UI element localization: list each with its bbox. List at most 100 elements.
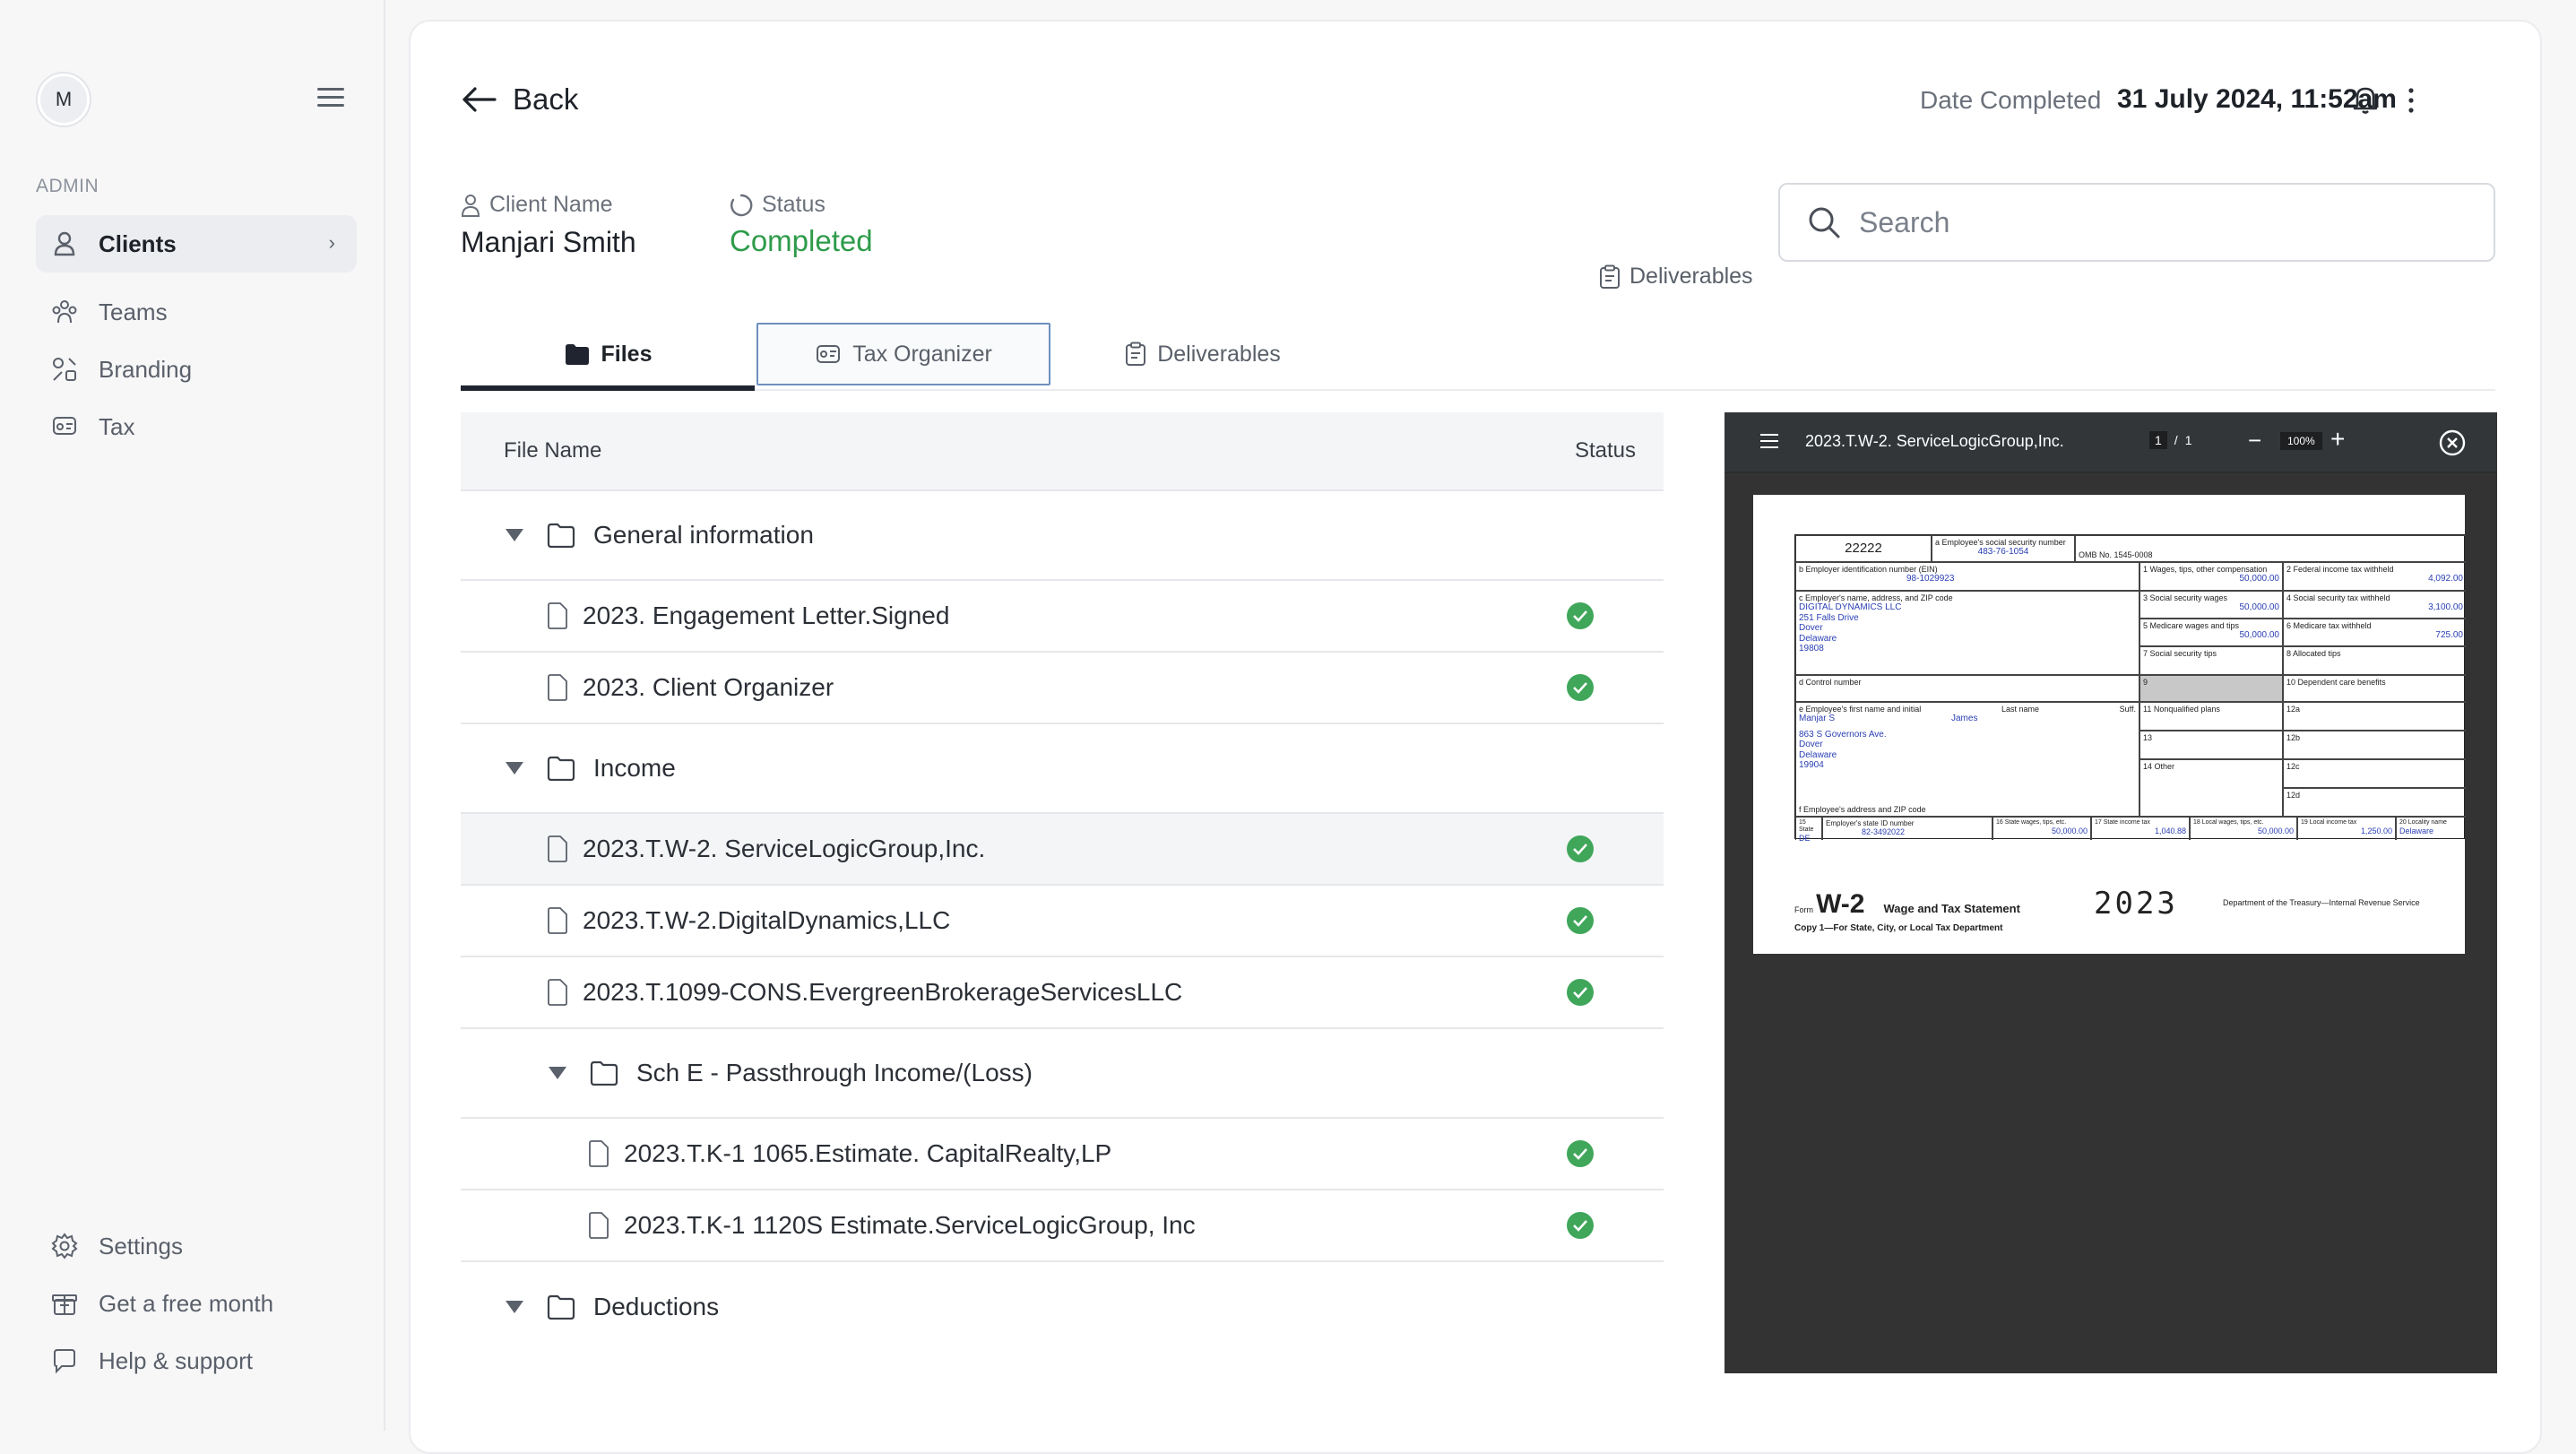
folder-name: Income <box>593 754 676 782</box>
file-icon <box>548 602 567 629</box>
close-icon[interactable] <box>2438 428 2467 462</box>
bell-icon[interactable] <box>2352 84 2379 119</box>
zoom-level[interactable]: 100% <box>2280 432 2322 450</box>
w2-form: 22222 a Employee's social security numbe… <box>1794 534 2466 843</box>
zoom-in-icon[interactable]: + <box>2330 425 2345 454</box>
caret-down-icon[interactable] <box>506 762 523 775</box>
file-name: 2023.T.K-1 1120S Estimate.ServiceLogicGr… <box>624 1211 1196 1239</box>
pdf-page: 22222 a Employee's social security numbe… <box>1753 495 2466 954</box>
chat-bubble-icon <box>50 1346 79 1375</box>
sidebar-item-help[interactable]: Help & support <box>36 1332 357 1389</box>
column-status[interactable]: Status <box>1547 438 1664 463</box>
chevron-right-icon: › <box>328 231 335 254</box>
w2-footer: Form W-2 Wage and Tax Statement <box>1794 889 2020 919</box>
check-circle-icon <box>1567 979 1594 1006</box>
back-label: Back <box>513 82 579 116</box>
sidebar-item-tax[interactable]: Tax <box>36 398 357 455</box>
tab-deliverables[interactable]: Deliverables <box>1056 323 1350 385</box>
menu-icon[interactable] <box>1760 434 1778 453</box>
w2-box9: 9 <box>2139 675 2283 702</box>
w2-ein-cell: b Employer identification number (EIN) 9… <box>1795 562 2139 591</box>
table-row[interactable]: 2023. Engagement Letter.Signed <box>461 581 1664 653</box>
avatar[interactable]: M <box>38 74 90 125</box>
w2-box5: 5 Medicare wages and tips 50,000.00 <box>2139 619 2283 646</box>
check-circle-icon <box>1567 1212 1594 1239</box>
back-button[interactable]: Back <box>461 82 578 117</box>
sidebar: M ADMIN Clients › Teams Branding Tax Set… <box>0 0 385 1431</box>
file-icon <box>548 907 567 934</box>
folder-icon <box>565 344 589 365</box>
page-input[interactable]: 1 <box>2149 431 2167 449</box>
gift-icon <box>50 1289 79 1318</box>
file-icon <box>589 1140 609 1167</box>
spinner-icon <box>730 194 753 216</box>
w2-box1: 1 Wages, tips, other compensation 50,000… <box>2139 562 2283 591</box>
w2-copy: Copy 1—For State, City, or Local Tax Dep… <box>1794 923 2003 933</box>
w2-box12b: 12b <box>2283 731 2466 759</box>
tab-files[interactable]: Files <box>461 323 755 391</box>
more-options-icon[interactable] <box>2406 86 2416 119</box>
folder-row[interactable]: Income <box>461 724 1664 814</box>
client-name-label: Client Name <box>461 192 613 218</box>
tax-icon <box>817 345 841 363</box>
check-circle-icon <box>1567 674 1594 701</box>
pdf-viewer: 2023.T.W-2. ServiceLogicGroup,Inc. 1 / 1… <box>1725 412 2497 1373</box>
folder-name: Sch E - Passthrough Income/(Loss) <box>636 1059 1033 1086</box>
folder-row[interactable]: Deductions <box>461 1262 1664 1352</box>
folder-icon <box>547 523 575 548</box>
tab-tax-organizer[interactable]: Tax Organizer <box>756 323 1050 385</box>
folder-icon <box>590 1060 618 1086</box>
sidebar-item-label: Tax <box>99 412 135 440</box>
w2-box20: 20 Locality name Delaware <box>2396 817 2466 840</box>
table-row[interactable]: 2023.T.W-2.DigitalDynamics,LLC <box>461 886 1664 957</box>
file-icon <box>548 979 567 1006</box>
file-name: 2023.T.W-2.DigitalDynamics,LLC <box>583 906 951 934</box>
user-icon <box>461 194 480 217</box>
w2-box16: 16 State wages, tips, etc. 50,000.00 <box>1993 817 2091 840</box>
column-file-name[interactable]: File Name <box>461 438 1547 463</box>
caret-down-icon[interactable] <box>549 1067 566 1079</box>
table-row[interactable]: 2023.T.K-1 1065.Estimate. CapitalRealty,… <box>461 1119 1664 1190</box>
w2-box18: 18 Local wages, tips, etc. 50,000.00 <box>2190 817 2297 840</box>
w2-box8: 8 Allocated tips <box>2283 646 2466 675</box>
sidebar-item-clients[interactable]: Clients › <box>36 215 357 273</box>
sidebar-item-teams[interactable]: Teams <box>36 283 357 341</box>
table-row[interactable]: 2023.T.1099-CONS.EvergreenBrokerageServi… <box>461 957 1664 1029</box>
w2-year: 2023 <box>2094 886 2178 922</box>
file-name: 2023.T.W-2. ServiceLogicGroup,Inc. <box>583 835 986 862</box>
sidebar-item-branding[interactable]: Branding <box>36 341 357 398</box>
folder-row[interactable]: Sch E - Passthrough Income/(Loss) <box>461 1029 1664 1119</box>
sidebar-item-free-month[interactable]: Get a free month <box>36 1275 357 1332</box>
w2-box3: 3 Social security wages 50,000.00 <box>2139 591 2283 619</box>
table-row[interactable]: 2023.T.K-1 1120S Estimate.ServiceLogicGr… <box>461 1190 1664 1262</box>
w2-control-code: 22222 <box>1795 535 1932 562</box>
search-input[interactable] <box>1859 205 2468 239</box>
w2-box15: 15 State DE <box>1795 817 1822 843</box>
table-row[interactable]: 2023.T.W-2. ServiceLogicGroup,Inc. <box>461 814 1664 886</box>
file-icon <box>548 674 567 701</box>
w2-box10: 10 Dependent care benefits <box>2283 675 2466 702</box>
page-indicator: 1 / 1 <box>2149 431 2191 449</box>
zoom-out-icon[interactable]: − <box>2248 427 2261 454</box>
table-header: File Name Status <box>461 412 1664 491</box>
w2-box2: 2 Federal income tax withheld 4,092.00 <box>2283 562 2466 591</box>
sidebar-item-label: Settings <box>99 1232 183 1259</box>
menu-icon[interactable] <box>317 88 344 109</box>
table-row[interactable]: 2023. Client Organizer <box>461 653 1664 724</box>
gear-icon <box>50 1232 79 1260</box>
w2-box4: 4 Social security tax withheld 3,100.00 <box>2283 591 2466 619</box>
caret-down-icon[interactable] <box>506 1301 523 1313</box>
search-box[interactable] <box>1778 183 2495 262</box>
folder-name: Deductions <box>593 1293 720 1320</box>
caret-down-icon[interactable] <box>506 529 523 541</box>
folder-row[interactable]: General information <box>461 491 1664 581</box>
client-name: Manjari Smith <box>461 226 636 258</box>
sidebar-item-settings[interactable]: Settings <box>36 1217 357 1275</box>
date-completed-label: Date Completed <box>1920 86 2102 114</box>
files-table: File Name Status General information 202… <box>461 412 1664 1352</box>
w2-box6: 6 Medicare tax withheld 725.00 <box>2283 619 2466 646</box>
w2-control-number: d Control number <box>1795 675 2139 702</box>
file-name: 2023.T.K-1 1065.Estimate. CapitalRealty,… <box>624 1139 1112 1167</box>
deliverables-link[interactable]: Deliverables <box>1599 264 1753 290</box>
user-icon <box>50 229 79 258</box>
